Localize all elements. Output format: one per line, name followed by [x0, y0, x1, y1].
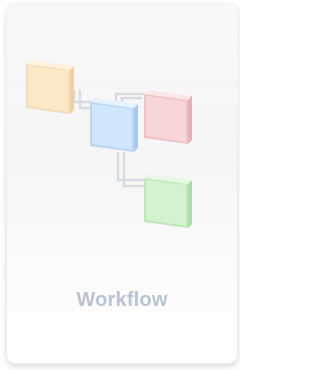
- workflow-tile[interactable]: Workflow: [6, 2, 238, 364]
- page: Workflow: [0, 0, 240, 370]
- workflow-diagram-icon: [26, 60, 192, 228]
- tile-label: Workflow: [76, 289, 168, 311]
- node-red: [144, 90, 192, 144]
- node-blue: [90, 98, 138, 152]
- node-orange: [26, 60, 74, 114]
- node-green: [144, 174, 192, 228]
